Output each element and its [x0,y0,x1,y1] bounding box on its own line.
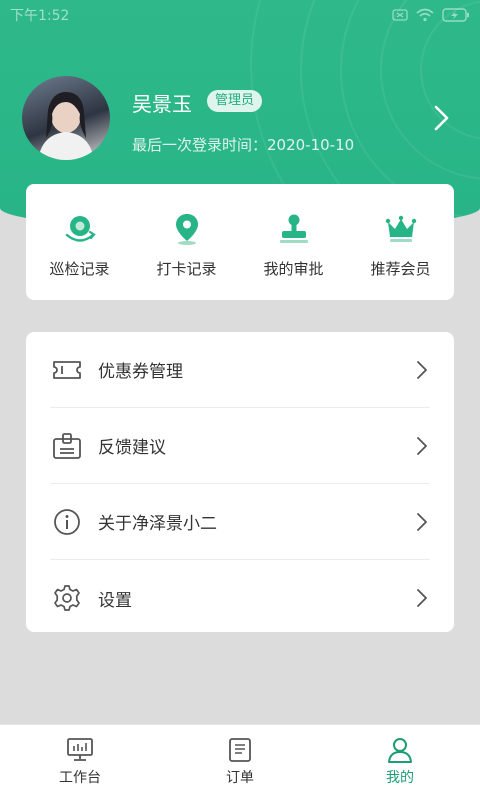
shortcut-checkin-records[interactable]: 打卡记录 [133,184,240,300]
status-bar: 下午1:52 [0,0,480,30]
role-badge: 管理员 [207,90,263,112]
menu-item-feedback[interactable]: 反馈建议 [50,408,430,484]
document-icon [229,738,251,762]
menu-item-settings[interactable]: 设置 [50,560,430,636]
user-icon [388,738,412,763]
menu-item-about[interactable]: 关于净泽景小二 [50,484,430,560]
tab-mine[interactable]: 我的 [320,725,480,800]
last-login-text: 最后一次登录时间：2020-10-10 [132,136,355,154]
location-pin-icon [170,212,204,246]
shortcut-my-approvals[interactable]: 我的审批 [240,184,347,300]
menu-item-coupon-management[interactable]: 优惠券管理 [50,332,430,408]
sim-icon [392,9,408,21]
wifi-icon [416,8,434,22]
gear-icon [50,581,84,615]
feedback-icon [50,429,84,463]
avatar[interactable] [22,76,110,160]
battery-icon [442,8,469,22]
tab-label: 我的 [386,770,414,786]
avatar-photo [38,92,94,160]
shortcut-patrol-records[interactable]: 巡检记录 [26,184,133,300]
shortcut-label: 推荐会员 [370,260,431,278]
stamp-icon [277,212,311,246]
chevron-right-icon [434,105,449,131]
status-icons [392,8,470,22]
shortcut-recommend-member[interactable]: 推荐会员 [347,184,454,300]
info-icon [50,505,84,539]
menu-item-label: 优惠券管理 [98,362,183,382]
menu-item-label: 关于净泽景小二 [98,514,217,534]
menu-card: 优惠券管理 反馈建议 关于净泽景小二 设置 [26,332,454,632]
tab-orders[interactable]: 订单 [160,725,320,800]
crown-icon [384,212,418,246]
shortcut-label: 打卡记录 [156,260,217,278]
tab-workbench[interactable]: 工作台 [0,725,160,800]
bottom-tab-bar: 工作台 订单 我的 [0,724,480,800]
chevron-right-icon [414,436,430,456]
chevron-right-icon [414,588,430,608]
coupon-icon [50,353,84,387]
shortcut-card: 巡检记录 打卡记录 我的审批 推荐会员 [26,184,454,300]
menu-item-label: 反馈建议 [98,438,166,458]
status-time: 下午1:52 [10,8,70,24]
shortcut-label: 巡检记录 [49,260,110,278]
shortcut-label: 我的审批 [263,260,324,278]
menu-item-label: 设置 [98,590,132,611]
chevron-right-icon [414,512,430,532]
tab-label: 工作台 [59,770,101,786]
patrol-icon [63,212,97,246]
profile-arrow-button[interactable] [430,104,454,136]
monitor-icon [67,738,93,761]
chevron-right-icon [414,360,430,380]
tab-label: 订单 [226,770,254,786]
user-name: 吴景玉 [132,92,192,116]
